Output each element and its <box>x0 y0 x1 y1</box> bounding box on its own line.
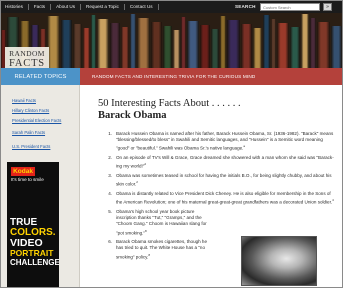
nav-facts[interactable]: Facts <box>29 4 52 10</box>
book-spine <box>163 26 172 68</box>
bookshelf-banner: RANDOM FACTS <box>1 13 342 68</box>
ad-headline-line: CHALLENGE <box>10 258 59 267</box>
ad-headline: TRUE COLORS. VIDEO PORTRAIT CHALLENGE <box>10 218 59 268</box>
ad-headline-line: PORTRAIT <box>10 248 54 258</box>
fact-footnote[interactable]: 8 <box>148 253 150 257</box>
search-input[interactable] <box>260 3 320 11</box>
book-spine <box>83 28 90 68</box>
book-spine <box>91 15 96 68</box>
ad-tagline: It's time to smile <box>11 177 44 182</box>
sidebar: Hawaii Facts Hillary Clinton Facts Presi… <box>1 85 80 287</box>
main-content: 50 Interesting Facts About . . . . . . B… <box>81 85 342 287</box>
search-button[interactable]: » <box>323 3 332 11</box>
sidebar-link-sarah-palin-facts[interactable]: Sarah Palin Facts <box>12 130 45 135</box>
related-topics-heading: RELATED TOPICS <box>1 68 80 85</box>
logo-line-1: RANDOM <box>9 49 45 58</box>
book-spine <box>211 29 219 68</box>
obama-photo <box>241 236 317 286</box>
book-spine <box>181 17 186 68</box>
book-spine <box>253 28 262 68</box>
fact-number: 1. <box>108 131 112 136</box>
fact-text: Obama's high school year book picture in… <box>116 208 207 236</box>
book-spine <box>310 18 316 68</box>
book-spine <box>331 26 342 68</box>
fact-number: 2. <box>108 155 112 161</box>
fact-number: 4. <box>108 190 112 196</box>
site-tagline: RANDOM FACTS AND INTERESTING TRIVIA FOR … <box>92 74 256 79</box>
sidebar-link-hawaii-facts[interactable]: Hawaii Facts <box>12 98 36 103</box>
book-spine <box>73 24 82 68</box>
list-item: 5. Obama's high school year book picture … <box>103 209 215 236</box>
fact-text: Barack Hussein Obama is named after his … <box>116 131 334 151</box>
fact-footnote[interactable]: d <box>144 162 146 166</box>
nav-about-us[interactable]: About Us <box>51 4 82 10</box>
book-spine <box>187 21 199 68</box>
book-spine <box>277 23 289 68</box>
book-spine <box>97 19 109 68</box>
sidebar-link-us-president-facts[interactable]: U.S. President Facts <box>12 144 50 149</box>
fact-number: 6. <box>108 239 112 245</box>
nav-request-a-topic[interactable]: Request a Topic <box>81 4 125 10</box>
fact-footnote[interactable]: 4 <box>332 198 334 202</box>
fact-text: Obama was sometimes teased in school for… <box>116 173 332 187</box>
list-item: 3. Obama was sometimes teased in school f… <box>103 173 335 188</box>
list-item: 1. Barack Hussein Obama is named after hi… <box>103 131 335 152</box>
list-item: 2. On an episode of TV's Will & Grace, Gr… <box>103 155 335 170</box>
fact-text: Obama is distantly related to Vice Presi… <box>116 190 333 205</box>
fact-number: 3. <box>108 173 112 179</box>
kodak-advertisement[interactable]: Kodak It's time to smile TRUE COLORS. VI… <box>7 162 59 287</box>
header-bar: RELATED TOPICS RANDOM FACTS AND INTEREST… <box>1 68 342 85</box>
kodak-logo: Kodak <box>11 167 35 176</box>
book-spine <box>227 20 240 68</box>
list-item: 4. Obama is distantly related to Vice Pre… <box>103 191 335 206</box>
top-navigation: Histories Facts About Us Request a Topic… <box>1 1 342 13</box>
logo-line-2: FACTS <box>9 58 45 68</box>
book-spine <box>137 18 150 68</box>
page: Histories Facts About Us Request a Topic… <box>0 0 343 288</box>
nav-contact-us[interactable]: Contact Us <box>125 4 159 10</box>
logo[interactable]: RANDOM FACTS <box>5 47 49 68</box>
list-item: 6. Barack Obama smokes cigarettes, though… <box>103 239 215 260</box>
fact-number: 5. <box>108 208 112 214</box>
book-spine <box>271 19 276 68</box>
book-spine <box>130 14 136 68</box>
book-spine <box>121 27 129 68</box>
book-spine <box>263 15 270 68</box>
book-spine <box>290 27 300 68</box>
book-spine <box>220 16 226 68</box>
sidebar-link-presidential-election-facts[interactable]: Presidential Election Facts <box>12 118 61 123</box>
book-spine <box>301 14 309 68</box>
book-spine <box>151 22 162 68</box>
fact-footnote[interactable]: a <box>243 144 245 148</box>
page-subject: Barack Obama <box>98 110 167 121</box>
fact-text: On an episode of TV's Will & Grace, Grac… <box>116 155 334 169</box>
book-spine <box>173 30 180 68</box>
book-spine <box>200 25 210 68</box>
book-spine <box>61 20 72 68</box>
fact-text: Barack Obama smokes cigarettes, though h… <box>116 239 207 260</box>
book-spine <box>110 23 120 68</box>
nav-histories[interactable]: Histories <box>1 4 29 10</box>
page-title: 50 Interesting Facts About . . . . . . <box>98 98 241 109</box>
search-label: SEARCH <box>235 4 256 9</box>
book-spine <box>241 24 252 68</box>
ad-headline-line: VIDEO <box>10 237 43 249</box>
book-spine <box>317 22 330 68</box>
fact-footnote[interactable]: 2 <box>136 180 138 184</box>
fact-footnote[interactable]: 8 <box>145 229 147 233</box>
sidebar-link-hillary-clinton-facts[interactable]: Hillary Clinton Facts <box>12 108 49 113</box>
